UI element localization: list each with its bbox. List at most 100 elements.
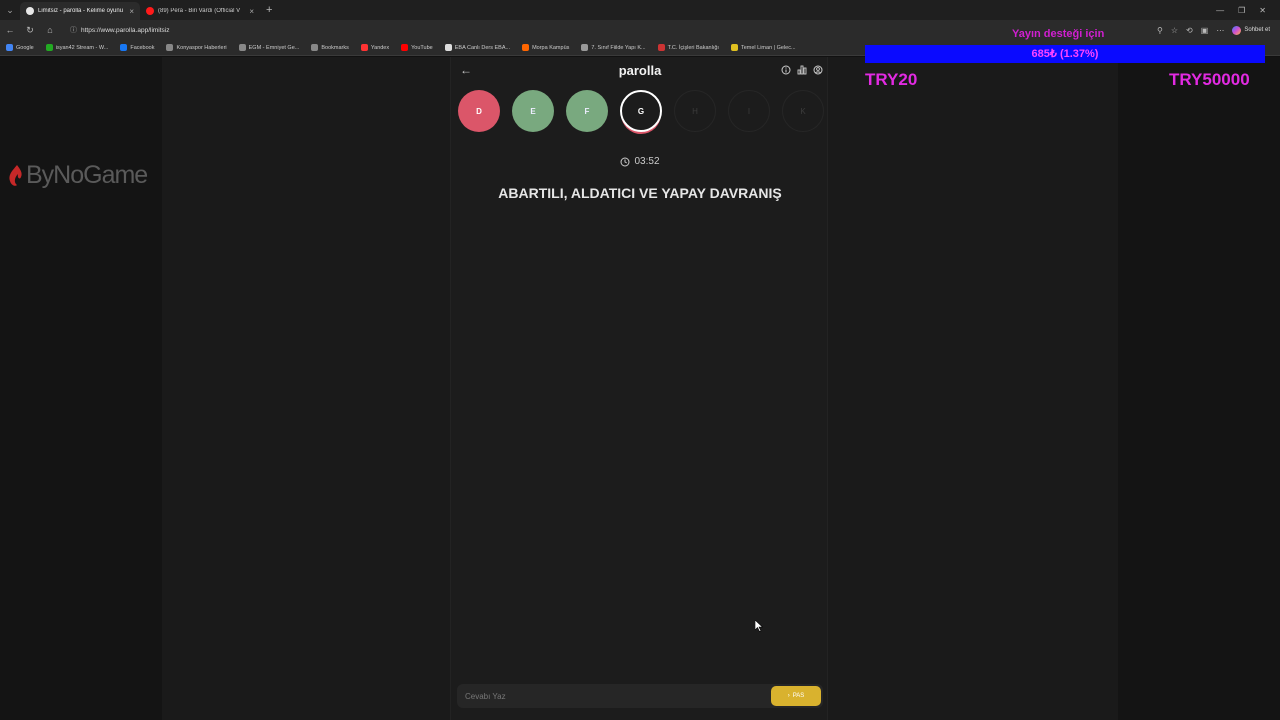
bynogame-logo: ByNoGame bbox=[8, 161, 148, 190]
restore-icon[interactable]: ❐ bbox=[1238, 6, 1245, 15]
bookmark-item[interactable]: Facebook bbox=[120, 44, 154, 51]
bookmark-label: Konyaspor Haberleri bbox=[176, 44, 227, 51]
letter-circle-k: K bbox=[782, 90, 824, 132]
chat-label: Sohbet et bbox=[1244, 27, 1270, 33]
bookmark-item[interactable]: T.C. İçişleri Bakanlığı bbox=[657, 44, 719, 51]
bookmark-label: Bookmarks bbox=[321, 44, 349, 51]
clock-icon bbox=[620, 157, 630, 166]
app-header: ← parolla bbox=[451, 59, 829, 81]
bookmark-favicon-icon bbox=[238, 44, 246, 51]
bookmark-favicon-icon bbox=[730, 44, 738, 51]
letter-circle-g: G bbox=[620, 90, 662, 132]
bookmark-item[interactable]: Bookmarks bbox=[311, 44, 349, 51]
parolla-favicon-icon bbox=[26, 7, 34, 15]
bookmark-label: EBA Canlı Ders EBA... bbox=[454, 44, 511, 51]
collections-icon[interactable]: ▣ bbox=[1201, 26, 1209, 35]
url-text[interactable]: https://www.parolla.app/limitsiz bbox=[81, 27, 170, 34]
tab-bar: ⌄ Limitsiz - parolla - Kelime oyunu × (8… bbox=[0, 0, 1280, 20]
bookmark-item[interactable]: Yandex bbox=[360, 44, 390, 51]
statistics-icon[interactable] bbox=[797, 65, 807, 75]
bookmark-label: Temel Liman | Gelec... bbox=[740, 44, 796, 51]
info-icon[interactable] bbox=[781, 65, 791, 75]
logo-text: ByNoGame bbox=[26, 161, 148, 189]
flame-icon bbox=[9, 164, 22, 186]
letter-circle-i: I bbox=[728, 90, 770, 132]
letter-circle-e: E bbox=[512, 90, 554, 132]
tab-title: Limitsiz - parolla - Kelime oyunu bbox=[38, 8, 124, 14]
bookmark-favicon-icon bbox=[120, 44, 128, 51]
youtube-favicon-icon bbox=[146, 7, 154, 15]
bookmark-item[interactable]: EGM - Emniyet Ge... bbox=[238, 44, 300, 51]
bookmark-item[interactable]: EBA Canlı Ders EBA... bbox=[444, 44, 511, 51]
bookmark-star-icon[interactable]: ☆ bbox=[1171, 26, 1178, 35]
history-icon[interactable]: ⟲ bbox=[1186, 26, 1193, 35]
donation-title: Yayın desteği için bbox=[1012, 28, 1105, 40]
bookmark-favicon-icon bbox=[6, 44, 13, 51]
letter-row: DEFGHIK bbox=[458, 90, 824, 132]
bookmark-item[interactable]: Google bbox=[6, 44, 34, 51]
left-panel: ByNoGame bbox=[0, 57, 162, 720]
home-icon[interactable]: ⌂ bbox=[44, 25, 56, 35]
minimize-icon[interactable]: — bbox=[1216, 6, 1224, 15]
bookmark-label: Yandex bbox=[370, 44, 390, 51]
web-page: ByNoGame ← parolla DEFGHIK 03:52 ABARTIL… bbox=[0, 57, 1280, 720]
bookmark-item[interactable]: Temel Liman | Gelec... bbox=[730, 44, 796, 51]
answer-bar: › PAS bbox=[457, 684, 823, 708]
bookmark-label: EGM - Emniyet Ge... bbox=[248, 44, 300, 51]
profile-icon[interactable] bbox=[813, 65, 823, 75]
bookmark-label: YouTube bbox=[411, 44, 433, 51]
bookmark-item[interactable]: Konyaspor Haberleri bbox=[166, 44, 227, 51]
bookmark-label: Facebook bbox=[130, 44, 155, 51]
pass-label: PAS bbox=[792, 693, 805, 699]
chevron-right-icon: › bbox=[787, 693, 790, 699]
bookmark-favicon-icon bbox=[581, 44, 589, 51]
bookmark-favicon-icon bbox=[657, 44, 665, 51]
bookmark-item[interactable]: isyan42 Stream - W... bbox=[45, 44, 109, 51]
settings-menu-icon[interactable]: ⋯ bbox=[1216, 26, 1224, 35]
copilot-icon bbox=[1232, 25, 1242, 35]
tab-title: (89) Pera - Biri Vardı (Official V bbox=[158, 8, 241, 14]
close-window-icon[interactable]: ✕ bbox=[1259, 6, 1266, 15]
back-icon[interactable]: ← bbox=[4, 25, 16, 35]
close-tab-icon[interactable]: × bbox=[129, 7, 134, 16]
bookmark-item[interactable]: Morpa Kampüs bbox=[522, 44, 569, 51]
donation-goal-max: TRY50000 bbox=[1169, 70, 1250, 89]
right-panel bbox=[1118, 57, 1280, 720]
bookmark-item[interactable]: YouTube bbox=[401, 44, 433, 51]
app-title: parolla bbox=[618, 62, 662, 78]
new-tab-button[interactable]: + bbox=[260, 4, 278, 16]
bookmark-favicon-icon bbox=[45, 44, 53, 51]
letter-circle-f: F bbox=[566, 90, 608, 132]
bookmark-label: 7. Sınıf Fiilde Yapı K... bbox=[591, 44, 646, 51]
bookmark-favicon-icon bbox=[166, 44, 174, 51]
tab-youtube[interactable]: (89) Pera - Biri Vardı (Official V × bbox=[140, 2, 260, 20]
timer-value: 03:52 bbox=[634, 156, 660, 167]
chat-button[interactable]: Sohbet et bbox=[1232, 25, 1270, 35]
bookmark-favicon-icon bbox=[360, 44, 368, 51]
mouse-cursor-icon bbox=[755, 620, 763, 632]
donation-goal-min: TRY20 bbox=[865, 70, 918, 89]
bookmark-item[interactable]: 7. Sınıf Fiilde Yapı K... bbox=[581, 44, 646, 51]
tab-list-icon[interactable]: ⌄ bbox=[0, 0, 20, 20]
bookmark-label: isyan42 Stream - W... bbox=[55, 44, 109, 51]
parolla-app: ← parolla DEFGHIK 03:52 ABARTILI, ALDATI… bbox=[450, 57, 828, 720]
question-text: ABARTILI, ALDATICI VE YAPAY DAVRANIŞ bbox=[498, 185, 782, 201]
timer: 03:52 bbox=[451, 156, 829, 167]
donation-progress-text: 685₺ (1.37%) bbox=[1031, 48, 1099, 60]
letter-circle-d: D bbox=[458, 90, 500, 132]
extensions-icon[interactable]: ⚲ bbox=[1157, 26, 1163, 35]
address-bar[interactable]: ⓘ https://www.parolla.app/limitsiz bbox=[70, 25, 170, 35]
bookmark-favicon-icon bbox=[444, 44, 452, 51]
bookmark-label: Google bbox=[16, 44, 34, 51]
pass-button[interactable]: › PAS bbox=[771, 686, 821, 706]
answer-input[interactable] bbox=[457, 691, 771, 701]
site-info-icon[interactable]: ⓘ bbox=[70, 25, 77, 35]
bookmark-favicon-icon bbox=[522, 44, 530, 51]
close-tab-icon[interactable]: × bbox=[249, 7, 254, 16]
bookmark-favicon-icon bbox=[311, 44, 319, 51]
letter-circle-h: H bbox=[674, 90, 716, 132]
bookmark-label: Morpa Kampüs bbox=[532, 44, 570, 51]
reload-icon[interactable]: ↻ bbox=[24, 25, 36, 36]
bookmark-label: T.C. İçişleri Bakanlığı bbox=[667, 44, 719, 51]
tab-parolla[interactable]: Limitsiz - parolla - Kelime oyunu × bbox=[20, 2, 140, 20]
